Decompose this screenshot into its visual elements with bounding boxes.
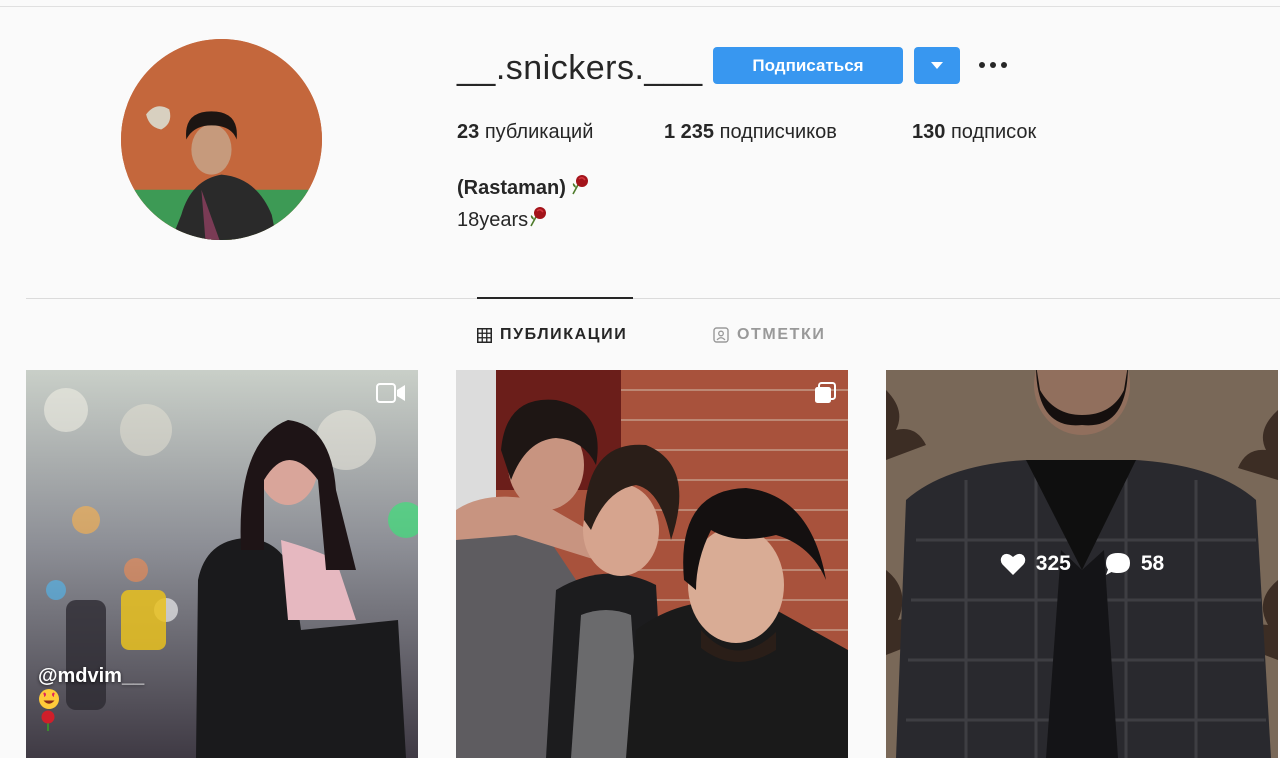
top-border: [0, 6, 1280, 7]
tab-tagged[interactable]: ОТМЕТКИ: [713, 325, 825, 345]
more-dot: [979, 62, 985, 68]
profile-username: __.snickers.___: [457, 49, 703, 87]
post-caption-overlay: @mdvim__: [38, 665, 144, 732]
post-image: [456, 370, 848, 758]
more-options-button[interactable]: [974, 50, 1012, 80]
tab-tagged-label: ОТМЕТКИ: [737, 326, 826, 343]
carousel-icon: [815, 382, 836, 403]
profile-avatar[interactable]: [121, 39, 322, 240]
following-stat[interactable]: 130 подписок: [912, 119, 1036, 145]
comment-icon: [1105, 553, 1130, 575]
active-tab-indicator: [477, 297, 633, 299]
post-thumbnail[interactable]: [456, 370, 848, 758]
caption-mention: @mdvim__: [38, 665, 145, 687]
tabs-divider: [26, 298, 1280, 299]
tab-posts-label: ПУБЛИКАЦИИ: [500, 326, 628, 343]
bio-text: 18years: [457, 208, 529, 231]
suggestions-dropdown-button[interactable]: [914, 47, 960, 84]
full-name-text: (Rastaman): [457, 176, 566, 199]
follow-button[interactable]: Подписаться: [713, 47, 903, 84]
posts-count-stat: 23 публикаций: [457, 119, 593, 145]
post-hover-stats: 325 58: [886, 552, 1278, 576]
posts-label: публикаций: [484, 121, 594, 143]
more-dot: [1001, 62, 1007, 68]
tab-posts[interactable]: ПУБЛИКАЦИИ: [477, 325, 627, 345]
chevron-down-icon: [931, 62, 943, 69]
video-icon: [376, 383, 405, 403]
tagged-icon: [713, 327, 729, 343]
posts-count: 23: [457, 121, 480, 143]
following-count: 130: [912, 121, 946, 143]
profile-bio: 18years: [457, 206, 548, 235]
comments-count: 58: [1140, 552, 1165, 575]
followers-label: подписчиков: [719, 121, 837, 143]
likes-count: 325: [1035, 552, 1071, 575]
comments-count-stat: 58: [1105, 552, 1164, 576]
profile-full-name: (Rastaman): [457, 174, 590, 203]
avatar-image: [121, 39, 322, 240]
followers-stat[interactable]: 1 235 подписчиков: [664, 119, 837, 145]
following-label: подписок: [950, 121, 1037, 143]
post-thumbnail[interactable]: @mdvim__: [26, 370, 418, 758]
rose-emoji-icon: [528, 206, 548, 235]
heart-icon: [1000, 553, 1026, 575]
rose-emoji-icon: [570, 174, 590, 203]
followers-count: 1 235: [664, 121, 715, 143]
rose-emoji-icon: [41, 710, 55, 731]
grid-icon: [477, 327, 492, 343]
post-thumbnail[interactable]: 325 58: [886, 370, 1278, 758]
more-dot: [990, 62, 996, 68]
likes-count-stat: 325: [1000, 552, 1071, 576]
heart-eyes-emoji-icon: [39, 689, 59, 709]
